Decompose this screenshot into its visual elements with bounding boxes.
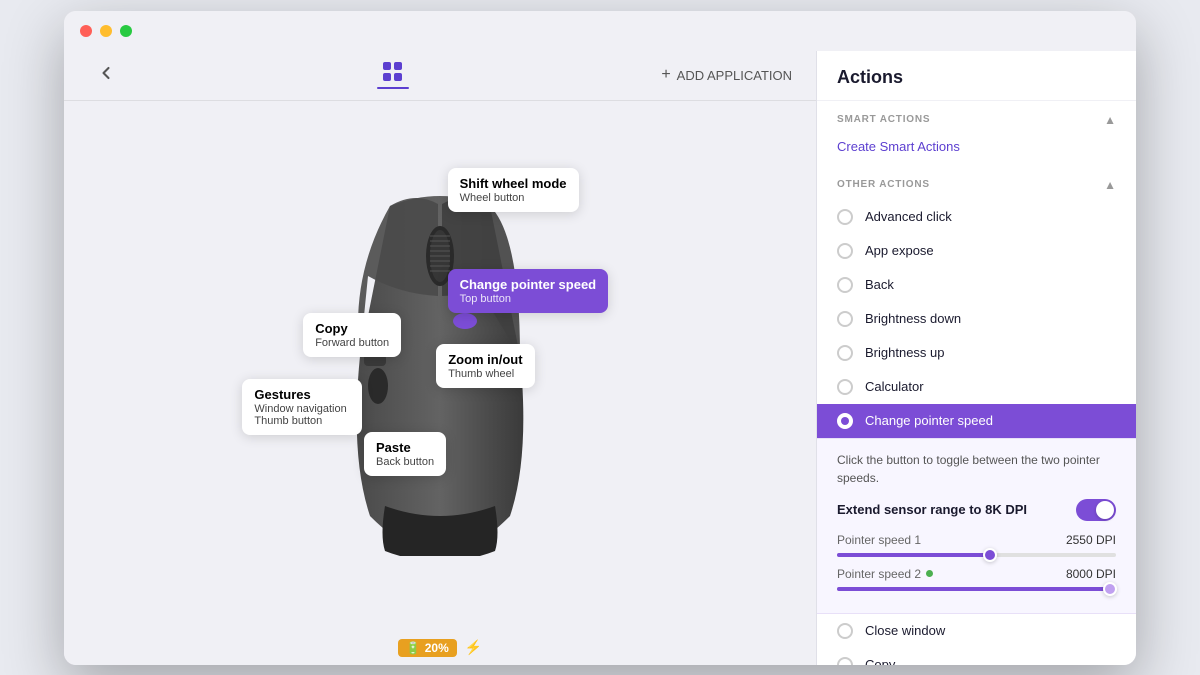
sensor-label: Extend sensor range to 8K DPI (837, 502, 1027, 517)
speed-2-value: 8000 DPI (1066, 567, 1116, 581)
other-actions-label: OTHER ACTIONS (837, 179, 930, 190)
left-panel: + ADD APPLICATION (64, 51, 816, 665)
action-item-calculator[interactable]: Calculator (817, 370, 1136, 404)
action-item-brightness-up[interactable]: Brightness up (817, 336, 1136, 370)
callout-shift-wheel-title: Shift wheel mode (460, 176, 567, 191)
radio-calculator (837, 379, 853, 395)
callout-copy[interactable]: Copy Forward button (303, 313, 401, 357)
action-item-change-pointer-speed[interactable]: Change pointer speed (817, 404, 1136, 438)
action-label-back: Back (865, 277, 894, 292)
mouse-container: logi Shift wheel mode Wheel button Chang… (250, 146, 630, 586)
callout-shift-wheel-subtitle: Wheel button (460, 192, 567, 204)
speed-1-slider-thumb[interactable] (983, 548, 997, 562)
back-button[interactable] (88, 59, 124, 92)
radio-close-window (837, 623, 853, 639)
action-item-brightness-down[interactable]: Brightness down (817, 302, 1136, 336)
callout-gestures-subtitle: Window navigation Thumb button (254, 403, 350, 427)
radio-brightness-down (837, 311, 853, 327)
action-detail-panel: Click the button to toggle between the t… (817, 438, 1136, 614)
speed-2-row: Pointer speed 2 8000 DPI (837, 567, 1116, 591)
apps-tab[interactable] (377, 62, 409, 89)
action-item-advanced-click[interactable]: Advanced click (817, 200, 1136, 234)
smart-actions-chevron[interactable]: ▲ (1104, 113, 1116, 127)
speed-2-label: Pointer speed 2 (837, 567, 933, 581)
toggle-knob (1096, 501, 1114, 519)
other-actions-chevron[interactable]: ▲ (1104, 178, 1116, 192)
callout-paste-subtitle: Back button (376, 456, 434, 468)
speed-1-label: Pointer speed 1 (837, 533, 921, 547)
action-item-app-expose[interactable]: App expose (817, 234, 1136, 268)
callout-copy-subtitle: Forward button (315, 337, 389, 349)
radio-dot-change-pointer-speed (841, 417, 849, 425)
battery-indicator: 🔋 20% (398, 639, 457, 657)
speed-2-slider-fill (837, 587, 1110, 591)
action-label-advanced-click: Advanced click (865, 209, 952, 224)
callout-zoom-title: Zoom in/out (448, 352, 522, 367)
radio-back (837, 277, 853, 293)
action-label-close-window: Close window (865, 623, 945, 638)
action-label-copy: Copy (865, 657, 895, 665)
action-label-brightness-down: Brightness down (865, 311, 961, 326)
callout-paste[interactable]: Paste Back button (364, 432, 446, 476)
callout-copy-title: Copy (315, 321, 389, 336)
detail-description: Click the button to toggle between the t… (837, 451, 1116, 487)
speed-1-slider-fill (837, 553, 990, 557)
radio-change-pointer-speed (837, 413, 853, 429)
create-smart-actions[interactable]: Create Smart Actions (817, 135, 1136, 166)
callout-paste-title: Paste (376, 440, 434, 455)
minimize-button[interactable] (100, 25, 112, 37)
callout-zoom[interactable]: Zoom in/out Thumb wheel (436, 344, 534, 388)
add-application-button[interactable]: + ADD APPLICATION (661, 66, 792, 84)
speed-2-slider-thumb[interactable] (1103, 582, 1117, 596)
callout-change-pointer-title: Change pointer speed (460, 277, 597, 292)
radio-brightness-up (837, 345, 853, 361)
radio-app-expose (837, 243, 853, 259)
sensor-toggle[interactable] (1076, 499, 1116, 521)
action-item-copy[interactable]: Copy (817, 648, 1136, 665)
speed-2-header: Pointer speed 2 8000 DPI (837, 567, 1116, 581)
actions-title: Actions (837, 67, 1116, 88)
speed-1-value: 2550 DPI (1066, 533, 1116, 547)
action-label-app-expose: App expose (865, 243, 934, 258)
speed-1-header: Pointer speed 1 2550 DPI (837, 533, 1116, 547)
sensor-row: Extend sensor range to 8K DPI (837, 499, 1116, 521)
other-actions-section-header: OTHER ACTIONS ▲ (817, 166, 1136, 200)
callout-gestures-title: Gestures (254, 387, 350, 402)
plus-icon: + (661, 66, 670, 84)
close-button[interactable] (80, 25, 92, 37)
speed-1-slider-track[interactable] (837, 553, 1116, 557)
smart-actions-label: SMART ACTIONS (837, 114, 930, 125)
battery-value: 20% (425, 641, 449, 655)
smart-actions-section-header: SMART ACTIONS ▲ (817, 101, 1136, 135)
action-label-change-pointer-speed: Change pointer speed (865, 413, 993, 428)
bottom-bar: 🔋 20% ⚡ (382, 631, 498, 665)
actions-list[interactable]: SMART ACTIONS ▲ Create Smart Actions OTH… (817, 101, 1136, 665)
title-bar (64, 11, 1136, 51)
maximize-button[interactable] (120, 25, 132, 37)
callout-change-pointer-subtitle: Top button (460, 293, 597, 305)
battery-icon: 🔋 (406, 641, 421, 655)
speed-1-row: Pointer speed 1 2550 DPI (837, 533, 1116, 557)
actions-header: Actions (817, 51, 1136, 101)
speed-2-slider-track[interactable] (837, 587, 1116, 591)
action-item-close-window[interactable]: Close window (817, 614, 1136, 648)
action-label-brightness-up: Brightness up (865, 345, 945, 360)
callout-change-pointer[interactable]: Change pointer speed Top button (448, 269, 609, 313)
top-bar: + ADD APPLICATION (64, 51, 816, 101)
action-label-calculator: Calculator (865, 379, 924, 394)
bluetooth-icon: ⚡ (465, 639, 482, 656)
mouse-area: logi Shift wheel mode Wheel button Chang… (64, 101, 816, 631)
right-panel: Actions SMART ACTIONS ▲ Create Smart Act… (816, 51, 1136, 665)
app-window: + ADD APPLICATION (64, 11, 1136, 665)
radio-copy (837, 657, 853, 665)
callout-zoom-subtitle: Thumb wheel (448, 368, 522, 380)
speed-2-active-dot (926, 570, 933, 577)
action-item-back[interactable]: Back (817, 268, 1136, 302)
callout-gestures[interactable]: Gestures Window navigation Thumb button (242, 379, 362, 435)
main-content: + ADD APPLICATION (64, 51, 1136, 665)
radio-advanced-click (837, 209, 853, 225)
callout-shift-wheel[interactable]: Shift wheel mode Wheel button (448, 168, 579, 212)
